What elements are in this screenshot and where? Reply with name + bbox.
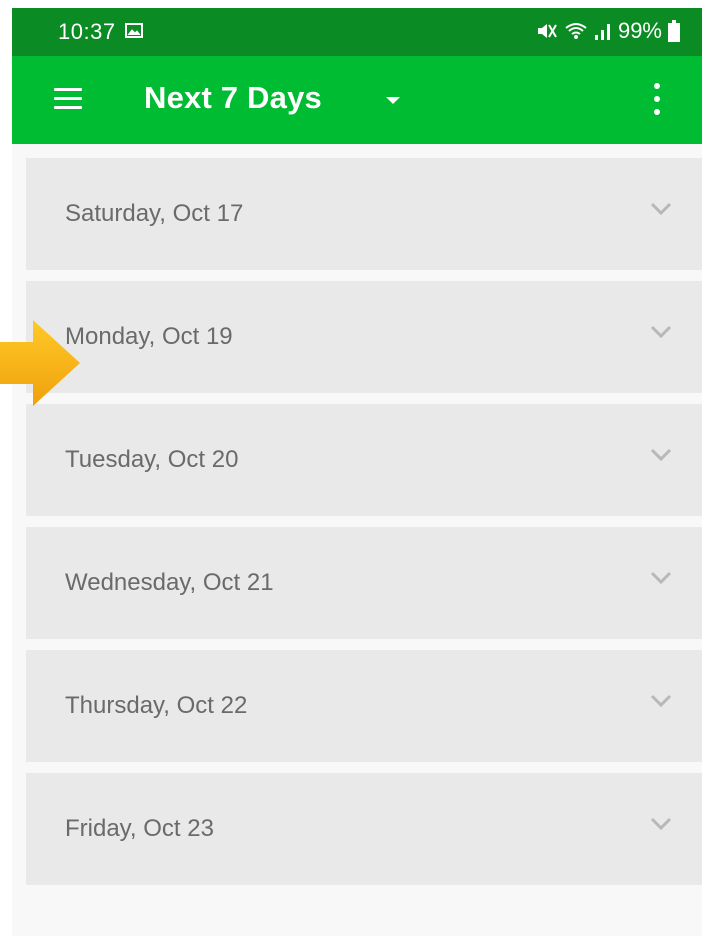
chevron-down-icon[interactable] [650, 817, 672, 831]
chevron-down-icon[interactable] [650, 571, 672, 585]
overflow-menu-icon[interactable] [652, 83, 662, 117]
day-label: Wednesday, Oct 21 [65, 569, 274, 596]
wifi-icon [565, 23, 587, 39]
day-item-monday[interactable]: Monday, Oct 19 [26, 281, 702, 393]
app-screen: 10:37 99% Next 7 Days Saturday, Oct 17 M… [12, 8, 702, 936]
day-label: Saturday, Oct 17 [65, 200, 244, 227]
status-bar: 10:37 99% [12, 8, 702, 56]
app-bar: Next 7 Days [12, 56, 702, 144]
day-item-thursday[interactable]: Thursday, Oct 22 [26, 650, 702, 762]
chevron-down-icon[interactable] [650, 202, 672, 216]
day-item-tuesday[interactable]: Tuesday, Oct 20 [26, 404, 702, 516]
menu-icon[interactable] [54, 88, 82, 110]
day-label: Tuesday, Oct 20 [65, 446, 239, 473]
day-label: Monday, Oct 19 [65, 323, 233, 350]
status-time: 10:37 [58, 19, 116, 44]
battery-percentage: 99% [617, 18, 662, 43]
signal-icon [594, 24, 610, 40]
mute-icon [537, 24, 557, 38]
day-item-wednesday[interactable]: Wednesday, Oct 21 [26, 527, 702, 639]
chevron-down-icon[interactable] [650, 325, 672, 339]
day-item-friday[interactable]: Friday, Oct 23 [26, 773, 702, 885]
gallery-icon [125, 23, 143, 38]
status-icons: 99% [536, 18, 680, 44]
page-title[interactable]: Next 7 Days [144, 80, 322, 116]
annotation-arrow-icon [0, 320, 80, 406]
day-label: Friday, Oct 23 [65, 815, 214, 842]
day-item-saturday[interactable]: Saturday, Oct 17 [26, 158, 702, 270]
dropdown-icon[interactable] [386, 97, 400, 104]
screen: 10:37 99% Next 7 Days Saturday, Oct 17 M… [0, 0, 702, 936]
chevron-down-icon[interactable] [650, 448, 672, 462]
day-label: Thursday, Oct 22 [65, 692, 248, 719]
battery-icon [668, 20, 680, 42]
chevron-down-icon[interactable] [650, 694, 672, 708]
